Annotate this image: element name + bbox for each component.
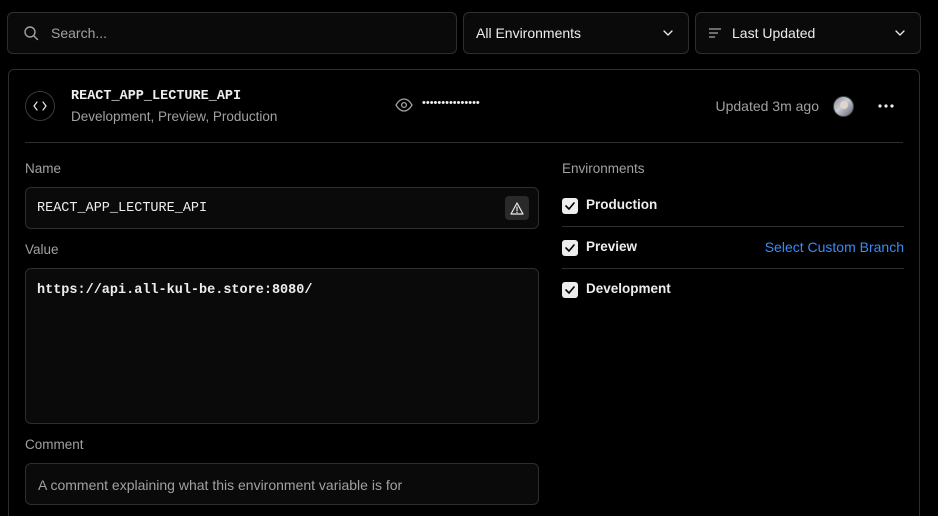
checkbox-preview[interactable] (562, 240, 578, 256)
eye-icon[interactable] (395, 98, 413, 112)
warning-icon[interactable] (505, 196, 529, 220)
value-text: https://api.all-kul-be.store:8080/ (37, 283, 313, 298)
search-icon (23, 25, 39, 41)
env-label-preview: Preview (586, 239, 638, 254)
sort-value: Last Updated (732, 25, 816, 41)
sort-dropdown[interactable]: Last Updated (695, 12, 921, 54)
comment-placeholder: A comment explaining what this environme… (38, 477, 403, 493)
search-input[interactable] (51, 25, 411, 41)
env-label-development: Development (586, 281, 671, 296)
environment-filter-value: All Environments (476, 25, 582, 41)
value-label: Value (25, 242, 59, 257)
chevron-down-icon (662, 27, 674, 39)
filter-bar: All Environments Last Updated (7, 12, 921, 54)
select-custom-branch-link[interactable]: Select Custom Branch (765, 239, 904, 255)
masked-value: ••••••••••••••• (422, 97, 480, 109)
checkbox-production[interactable] (562, 198, 578, 214)
env-variable-card: REACT_APP_LECTURE_API Development, Previ… (8, 69, 920, 516)
name-field-value: REACT_APP_LECTURE_API (37, 201, 208, 216)
more-options-icon[interactable] (877, 98, 895, 114)
variable-environments: Development, Preview, Production (71, 109, 278, 124)
code-icon (25, 91, 55, 121)
env-variable-header[interactable]: REACT_APP_LECTURE_API Development, Previ… (25, 70, 903, 143)
checkbox-development[interactable] (562, 282, 578, 298)
name-label: Name (25, 161, 62, 176)
environments-title: Environments (562, 161, 645, 176)
search-box[interactable] (7, 12, 457, 54)
comment-input[interactable]: A comment explaining what this environme… (25, 463, 539, 505)
chevron-down-icon (894, 27, 906, 39)
comment-label: Comment (25, 437, 84, 452)
variable-name: REACT_APP_LECTURE_API (71, 89, 242, 104)
env-row-development[interactable]: Development (562, 269, 904, 311)
sort-lines-icon (708, 27, 722, 39)
env-label-production: Production (586, 197, 658, 212)
environment-filter-dropdown[interactable]: All Environments (463, 12, 689, 54)
env-row-preview[interactable]: Preview Select Custom Branch (562, 227, 904, 269)
name-field[interactable]: REACT_APP_LECTURE_API (25, 187, 539, 229)
env-row-production[interactable]: Production (562, 185, 904, 227)
value-textarea[interactable]: https://api.all-kul-be.store:8080/ (25, 268, 539, 424)
updated-timestamp: Updated 3m ago (715, 98, 819, 114)
avatar (833, 96, 854, 117)
